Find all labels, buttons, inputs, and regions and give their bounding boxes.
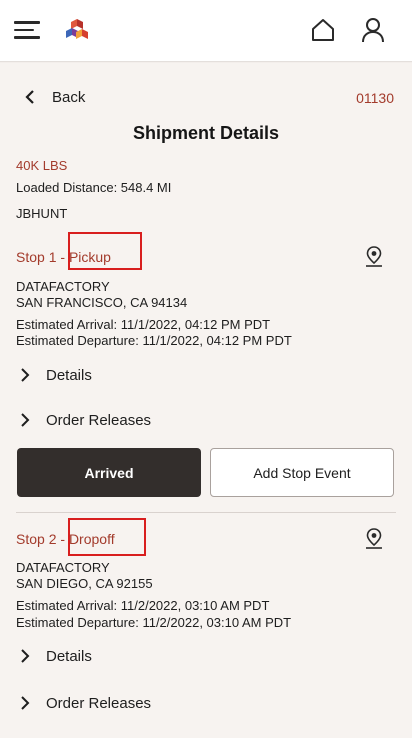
chevron-right-icon [21, 649, 30, 663]
shipment-details-panel: Back 01130 Shipment Details 40K LBS Load… [0, 63, 412, 738]
chevron-right-icon [21, 413, 30, 427]
stop-1-order-releases-label: Order Releases [46, 411, 152, 429]
arrived-button[interactable]: Arrived [17, 448, 201, 497]
stop-1-details-expander[interactable]: Details [20, 364, 92, 386]
carrier-name: JBHUNT [16, 206, 68, 221]
stop-divider [16, 512, 396, 513]
stop-2-label: Stop 2 [16, 531, 57, 547]
stop-1-location-name: DATAFACTORY [16, 279, 110, 294]
add-stop-event-button[interactable]: Add Stop Event [210, 448, 394, 497]
chevron-left-icon [25, 90, 34, 104]
chevron-right-icon [21, 368, 30, 382]
stop-1-estimated-departure: Estimated Departure: 11/1/2022, 04:12 PM… [16, 333, 292, 348]
stop-2-details-label: Details [46, 647, 92, 665]
stop-1-details-label: Details [46, 366, 92, 384]
hamburger-menu-icon[interactable] [14, 20, 40, 40]
shipment-weight: 40K LBS [16, 158, 68, 173]
stop-2-estimated-arrival: Estimated Arrival: 11/2/2022, 03:10 AM P… [16, 598, 270, 613]
stop-1-estimated-arrival: Estimated Arrival: 11/1/2022, 04:12 PM P… [16, 317, 271, 332]
map-pin-icon[interactable] [364, 528, 384, 550]
stop-2-type-highlight [68, 518, 146, 556]
page-title: Shipment Details [132, 123, 280, 143]
stop-1-type-highlight [68, 232, 142, 270]
stop-2-order-releases-label: Order Releases [46, 694, 152, 712]
back-button[interactable]: Back [24, 87, 85, 107]
stop-2-details-expander[interactable]: Details [20, 645, 92, 667]
back-label: Back [52, 88, 86, 106]
stop-2-estimated-departure: Estimated Departure: 11/2/2022, 03:10 AM… [16, 615, 292, 630]
stop-1-order-releases-expander[interactable]: Order Releases [20, 409, 151, 431]
order-id: 01130 [356, 90, 394, 106]
stop-2-location-name: DATAFACTORY [16, 560, 110, 575]
stop-2-order-releases-expander[interactable]: Order Releases [20, 692, 151, 714]
map-pin-icon[interactable] [364, 246, 384, 268]
loaded-distance: Loaded Distance: 548.4 MI [16, 180, 172, 195]
user-profile-icon[interactable] [360, 16, 386, 44]
app-logo-icon [66, 19, 88, 39]
stop-1-address: SAN FRANCISCO, CA 94134 [16, 295, 188, 310]
stop-2-address: SAN DIEGO, CA 92155 [16, 576, 153, 591]
stop-1-label: Stop 1 [16, 249, 57, 265]
chevron-right-icon [21, 696, 30, 710]
app-header [0, 0, 412, 62]
home-icon[interactable] [310, 17, 336, 43]
